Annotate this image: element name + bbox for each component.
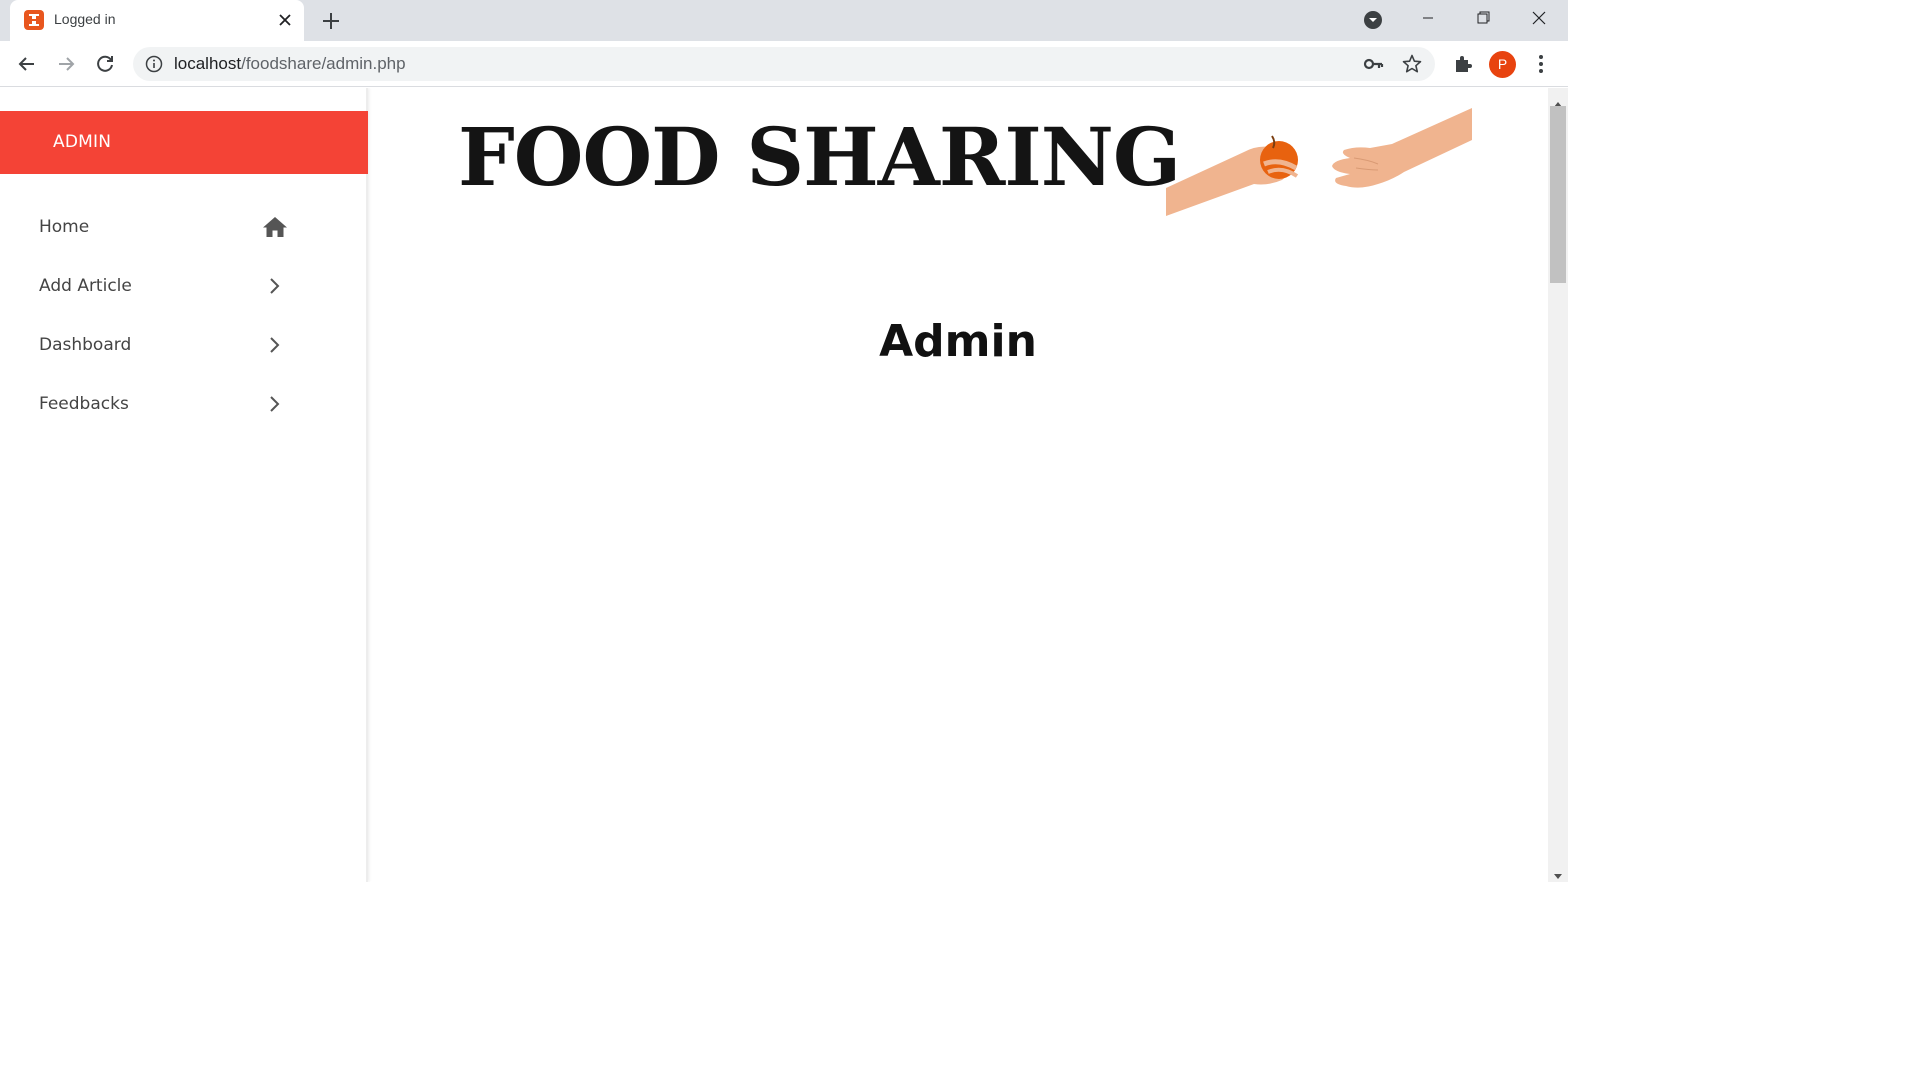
scroll-down-arrow-icon[interactable] xyxy=(1553,866,1563,879)
page-heading: Admin xyxy=(879,316,1037,367)
main-content: FOOD SHARING Admin xyxy=(370,88,1546,882)
tab-title: Logged in xyxy=(54,11,116,27)
sidebar-item-add-article[interactable]: Add Article xyxy=(0,259,366,315)
tab-search-icon[interactable] xyxy=(1362,9,1384,31)
chevron-right-icon xyxy=(262,332,288,358)
extensions-puzzle-icon[interactable] xyxy=(1451,52,1475,76)
url-path: /foodshare/admin.php xyxy=(241,54,406,73)
back-arrow-icon[interactable] xyxy=(14,51,40,77)
sidebar-item-feedbacks[interactable]: Feedbacks xyxy=(0,377,366,433)
profile-avatar[interactable]: P xyxy=(1489,51,1516,78)
scroll-up-arrow-icon[interactable] xyxy=(1553,93,1563,107)
reload-icon[interactable] xyxy=(92,51,118,77)
sidebar-header: ADMIN xyxy=(0,111,368,174)
food-sharing-hands-illustration xyxy=(1164,108,1474,218)
scrollbar-thumb[interactable] xyxy=(1550,106,1566,283)
window-minimize-icon[interactable] xyxy=(1414,6,1442,30)
xampp-favicon-icon xyxy=(24,10,44,30)
sidebar-item-label: Dashboard xyxy=(39,335,132,355)
url-host: localhost xyxy=(174,54,242,73)
brand-title: FOOD SHARING xyxy=(458,110,1181,204)
sidebar-item-label: Feedbacks xyxy=(39,394,129,414)
url-text[interactable]: localhost/foodshare/admin.php xyxy=(174,54,406,74)
window-close-icon[interactable] xyxy=(1525,6,1553,30)
chevron-right-icon xyxy=(262,273,288,299)
browser-tabstrip: Logged in xyxy=(0,0,1568,41)
kebab-menu-icon[interactable] xyxy=(1530,52,1552,76)
browser-toolbar: localhost/foodshare/admin.php P xyxy=(0,41,1568,87)
tab-close-icon[interactable] xyxy=(274,9,296,31)
new-tab-icon[interactable] xyxy=(318,8,344,34)
sidebar-header-label: ADMIN xyxy=(53,132,112,152)
window-restore-icon[interactable] xyxy=(1469,6,1497,30)
sidebar-item-label: Home xyxy=(39,217,90,237)
sidebar: ADMIN Home Add Article Dashboard Feedbac… xyxy=(0,88,368,882)
sidebar-item-home[interactable]: Home xyxy=(0,200,366,256)
browser-tab[interactable]: Logged in xyxy=(10,0,304,41)
site-info-icon[interactable] xyxy=(145,55,163,73)
bookmark-star-icon[interactable] xyxy=(1401,53,1423,75)
key-icon[interactable] xyxy=(1363,55,1385,73)
vertical-scrollbar[interactable] xyxy=(1548,88,1568,882)
address-bar[interactable]: localhost/foodshare/admin.php xyxy=(133,47,1435,81)
sidebar-item-label: Add Article xyxy=(39,276,132,296)
page-viewport: ADMIN Home Add Article Dashboard Feedbac… xyxy=(0,88,1568,882)
sidebar-item-dashboard[interactable]: Dashboard xyxy=(0,318,366,374)
forward-arrow-icon[interactable] xyxy=(53,51,79,77)
chevron-right-icon xyxy=(262,391,288,417)
home-icon xyxy=(262,214,288,240)
